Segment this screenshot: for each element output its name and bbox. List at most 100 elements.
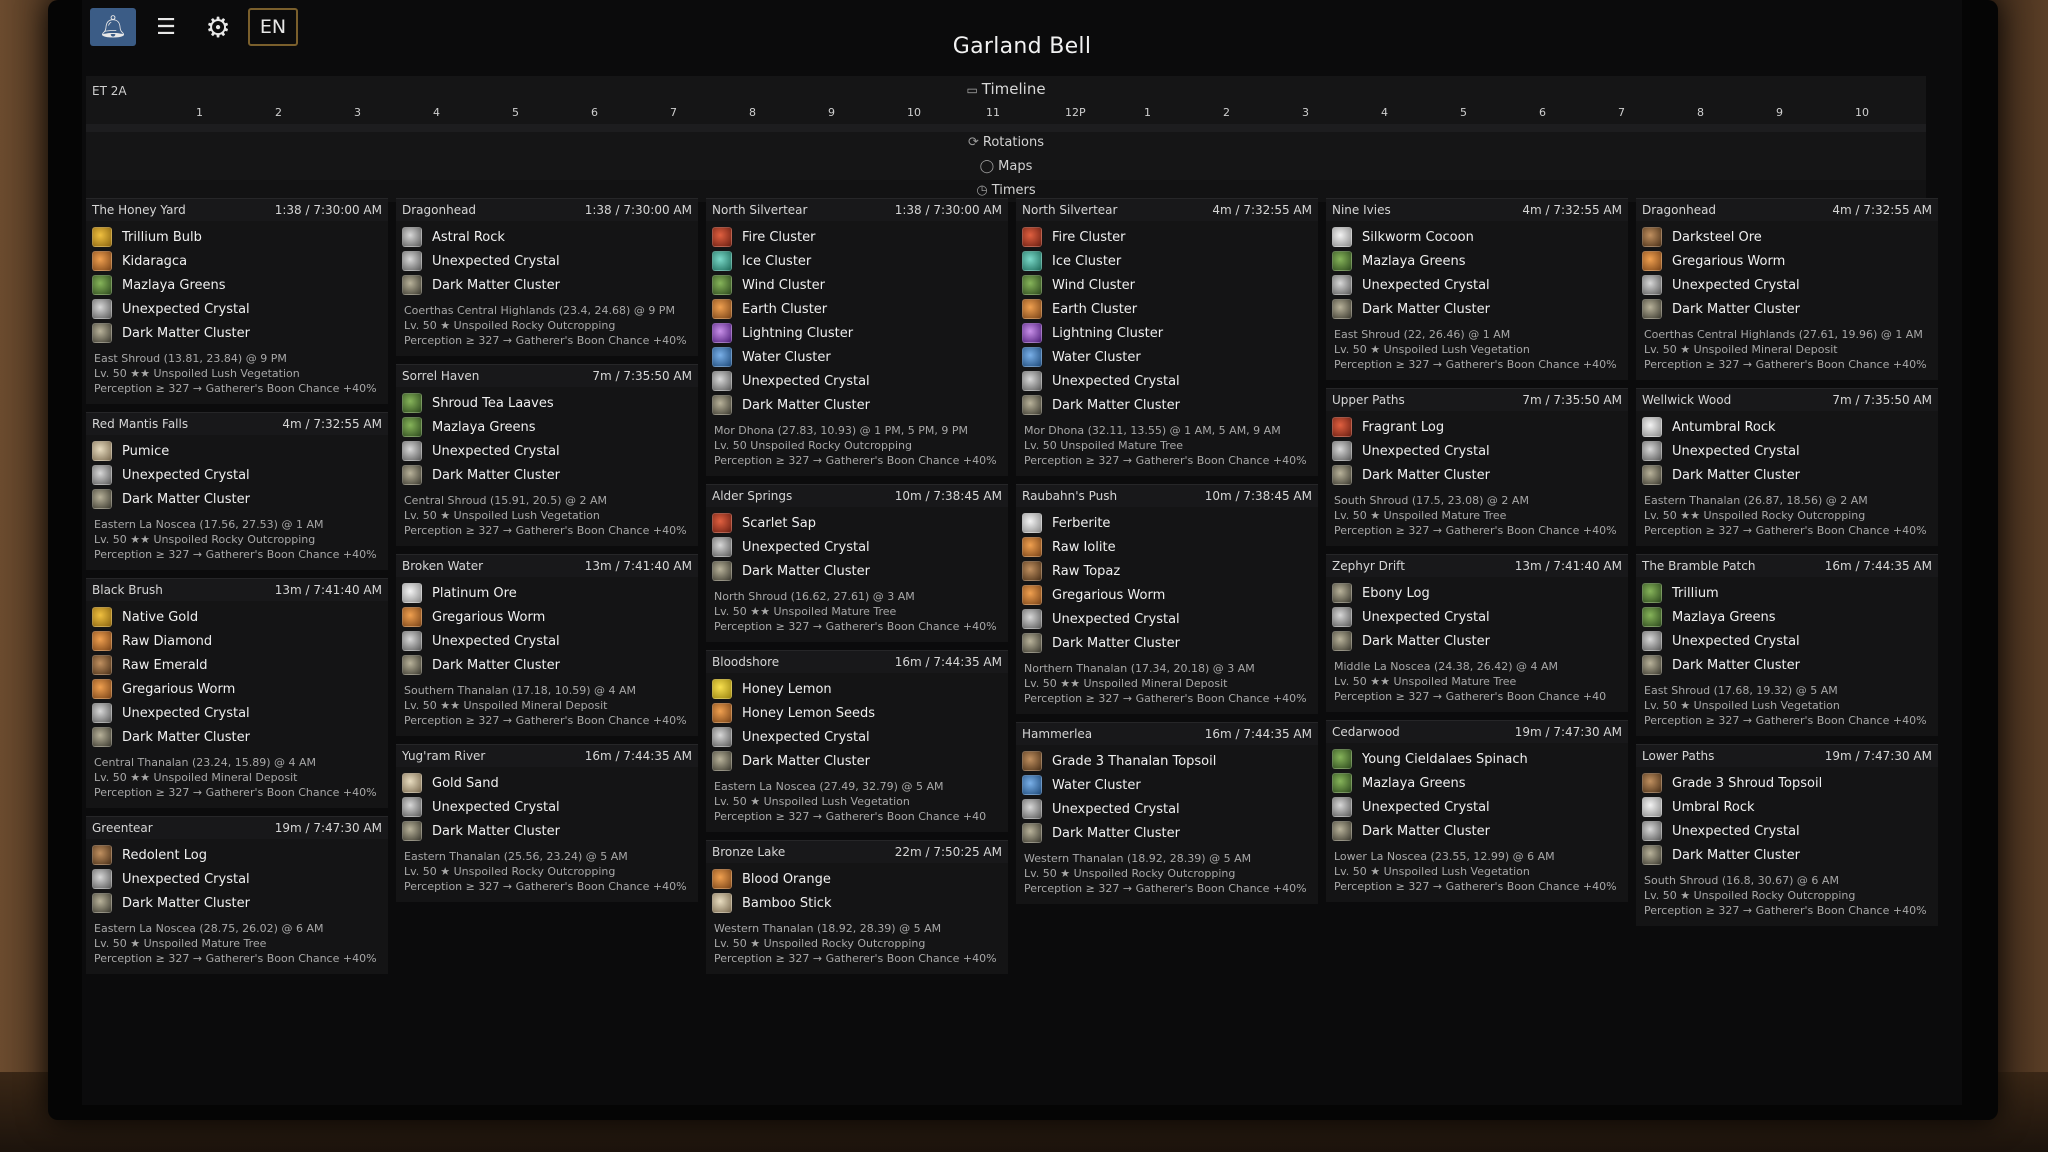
node-card[interactable]: Black Brush 13m / 7:41:40 AM Native Gold Ra…	[86, 578, 388, 808]
gather-item[interactable]: Dark Matter Cluster	[402, 463, 692, 487]
gather-item[interactable]: Earth Cluster	[1022, 297, 1312, 321]
node-card-header[interactable]: Yug'ram River 16m / 7:44:35 AM	[396, 745, 698, 767]
maps-section[interactable]: ◯ Maps	[86, 156, 1926, 178]
gather-item[interactable]: Dark Matter Cluster	[92, 321, 382, 345]
node-card-header[interactable]: Alder Springs 10m / 7:38:45 AM	[706, 485, 1008, 507]
gather-item[interactable]: Dark Matter Cluster	[1022, 631, 1312, 655]
gather-item[interactable]: Silkworm Cocoon	[1332, 225, 1622, 249]
gather-item[interactable]: Dark Matter Cluster	[1642, 653, 1932, 677]
gather-item[interactable]: Lightning Cluster	[712, 321, 1002, 345]
node-card-header[interactable]: North Silvertear 4m / 7:32:55 AM	[1016, 199, 1318, 221]
gather-item[interactable]: Unexpected Crystal	[712, 725, 1002, 749]
gather-item[interactable]: Gregarious Worm	[92, 677, 382, 701]
gather-item[interactable]: Unexpected Crystal	[1332, 439, 1622, 463]
gather-item[interactable]: Unexpected Crystal	[92, 463, 382, 487]
node-card[interactable]: Red Mantis Falls 4m / 7:32:55 AM Pumice Une…	[86, 412, 388, 570]
node-card-header[interactable]: Nine Ivies 4m / 7:32:55 AM	[1326, 199, 1628, 221]
gather-item[interactable]: Grade 3 Thanalan Topsoil	[1022, 749, 1312, 773]
node-card[interactable]: Yug'ram River 16m / 7:44:35 AM Gold Sand Un…	[396, 744, 698, 902]
gather-item[interactable]: Raw Topaz	[1022, 559, 1312, 583]
node-card-header[interactable]: The Bramble Patch 16m / 7:44:35 AM	[1636, 555, 1938, 577]
gather-item[interactable]: Dark Matter Cluster	[92, 487, 382, 511]
node-card-header[interactable]: Red Mantis Falls 4m / 7:32:55 AM	[86, 413, 388, 435]
gather-item[interactable]: Gregarious Worm	[1022, 583, 1312, 607]
node-card[interactable]: Cedarwood 19m / 7:47:30 AM Young Cieldalae…	[1326, 720, 1628, 902]
node-card[interactable]: Raubahn's Push 10m / 7:38:45 AM Ferberite R…	[1016, 484, 1318, 714]
node-card[interactable]: North Silvertear 4m / 7:32:55 AM Fire Clus…	[1016, 198, 1318, 476]
node-card[interactable]: Bronze Lake 22m / 7:50:25 AM Blood Orange B…	[706, 840, 1008, 974]
gather-item[interactable]: Dark Matter Cluster	[1642, 843, 1932, 867]
node-card[interactable]: Bloodshore 16m / 7:44:35 AM Honey Lemon Hon…	[706, 650, 1008, 832]
gather-item[interactable]: Dark Matter Cluster	[1332, 297, 1622, 321]
gather-item[interactable]: Mazlaya Greens	[1642, 605, 1932, 629]
gather-item[interactable]: Honey Lemon Seeds	[712, 701, 1002, 725]
gather-item[interactable]: Antumbral Rock	[1642, 415, 1932, 439]
gather-item[interactable]: Unexpected Crystal	[1022, 369, 1312, 393]
gather-item[interactable]: Unexpected Crystal	[402, 439, 692, 463]
gather-item[interactable]: Native Gold	[92, 605, 382, 629]
gather-item[interactable]: Dark Matter Cluster	[712, 749, 1002, 773]
node-card-header[interactable]: Zephyr Drift 13m / 7:41:40 AM	[1326, 555, 1628, 577]
gather-item[interactable]: Dark Matter Cluster	[402, 273, 692, 297]
node-card-header[interactable]: Greentear 19m / 7:47:30 AM	[86, 817, 388, 839]
gather-item[interactable]: Pumice	[92, 439, 382, 463]
node-card-header[interactable]: Cedarwood 19m / 7:47:30 AM	[1326, 721, 1628, 743]
timeline-header[interactable]: ▭ Timeline	[86, 80, 1926, 98]
node-card-header[interactable]: The Honey Yard 1:38 / 7:30:00 AM	[86, 199, 388, 221]
gather-item[interactable]: Bamboo Stick	[712, 891, 1002, 915]
gather-item[interactable]: Ice Cluster	[712, 249, 1002, 273]
rotations-section[interactable]: ⟳ Rotations	[86, 132, 1926, 154]
node-card[interactable]: Upper Paths 7m / 7:35:50 AM Fragrant Log Un…	[1326, 388, 1628, 546]
gather-item[interactable]: Fire Cluster	[712, 225, 1002, 249]
gather-item[interactable]: Mazlaya Greens	[402, 415, 692, 439]
gather-item[interactable]: Dark Matter Cluster	[712, 393, 1002, 417]
node-card[interactable]: Greentear 19m / 7:47:30 AM Redolent Log Une…	[86, 816, 388, 974]
gather-item[interactable]: Darksteel Ore	[1642, 225, 1932, 249]
gather-item[interactable]: Water Cluster	[712, 345, 1002, 369]
node-card[interactable]: Broken Water 13m / 7:41:40 AM Platinum Ore…	[396, 554, 698, 736]
gather-item[interactable]: Unexpected Crystal	[712, 535, 1002, 559]
gather-item[interactable]: Dark Matter Cluster	[712, 559, 1002, 583]
node-card-header[interactable]: Raubahn's Push 10m / 7:38:45 AM	[1016, 485, 1318, 507]
node-card[interactable]: Nine Ivies 4m / 7:32:55 AM Silkworm Cocoon…	[1326, 198, 1628, 380]
gather-item[interactable]: Dark Matter Cluster	[1332, 629, 1622, 653]
node-card[interactable]: North Silvertear 1:38 / 7:30:00 AM Fire Cl…	[706, 198, 1008, 476]
node-card-header[interactable]: Hammerlea 16m / 7:44:35 AM	[1016, 723, 1318, 745]
gather-item[interactable]: Ice Cluster	[1022, 249, 1312, 273]
gather-item[interactable]: Unexpected Crystal	[1332, 273, 1622, 297]
gather-item[interactable]: Dark Matter Cluster	[402, 653, 692, 677]
node-card[interactable]: Wellwick Wood 7m / 7:35:50 AM Antumbral Ro…	[1636, 388, 1938, 546]
gather-item[interactable]: Redolent Log	[92, 843, 382, 867]
gather-item[interactable]: Ferberite	[1022, 511, 1312, 535]
node-card-header[interactable]: Upper Paths 7m / 7:35:50 AM	[1326, 389, 1628, 411]
gather-item[interactable]: Wind Cluster	[712, 273, 1002, 297]
node-card[interactable]: Dragonhead 1:38 / 7:30:00 AM Astral Rock Un…	[396, 198, 698, 356]
gather-item[interactable]: Gregarious Worm	[402, 605, 692, 629]
gather-item[interactable]: Unexpected Crystal	[1022, 797, 1312, 821]
gather-item[interactable]: Trillium	[1642, 581, 1932, 605]
node-card-header[interactable]: North Silvertear 1:38 / 7:30:00 AM	[706, 199, 1008, 221]
gather-item[interactable]: Unexpected Crystal	[1642, 819, 1932, 843]
node-card[interactable]: Hammerlea 16m / 7:44:35 AM Grade 3 Thanala…	[1016, 722, 1318, 904]
gather-item[interactable]: Gregarious Worm	[1642, 249, 1932, 273]
gather-item[interactable]: Water Cluster	[1022, 345, 1312, 369]
node-card[interactable]: Zephyr Drift 13m / 7:41:40 AM Ebony Log Une…	[1326, 554, 1628, 712]
node-card-header[interactable]: Dragonhead 1:38 / 7:30:00 AM	[396, 199, 698, 221]
node-card-header[interactable]: Sorrel Haven 7m / 7:35:50 AM	[396, 365, 698, 387]
gather-item[interactable]: Dark Matter Cluster	[92, 891, 382, 915]
gather-item[interactable]: Unexpected Crystal	[1332, 605, 1622, 629]
gather-item[interactable]: Gold Sand	[402, 771, 692, 795]
gather-item[interactable]: Dark Matter Cluster	[402, 819, 692, 843]
gather-item[interactable]: Kidaragca	[92, 249, 382, 273]
node-card-header[interactable]: Bloodshore 16m / 7:44:35 AM	[706, 651, 1008, 673]
gather-item[interactable]: Unexpected Crystal	[1642, 629, 1932, 653]
gather-item[interactable]: Dark Matter Cluster	[1022, 821, 1312, 845]
gather-item[interactable]: Scarlet Sap	[712, 511, 1002, 535]
gather-item[interactable]: Young Cieldalaes Spinach	[1332, 747, 1622, 771]
gather-item[interactable]: Honey Lemon	[712, 677, 1002, 701]
gather-item[interactable]: Raw Diamond	[92, 629, 382, 653]
node-card-header[interactable]: Lower Paths 19m / 7:47:30 AM	[1636, 745, 1938, 767]
gather-item[interactable]: Raw Iolite	[1022, 535, 1312, 559]
gather-item[interactable]: Dark Matter Cluster	[1642, 463, 1932, 487]
node-card-header[interactable]: Wellwick Wood 7m / 7:35:50 AM	[1636, 389, 1938, 411]
